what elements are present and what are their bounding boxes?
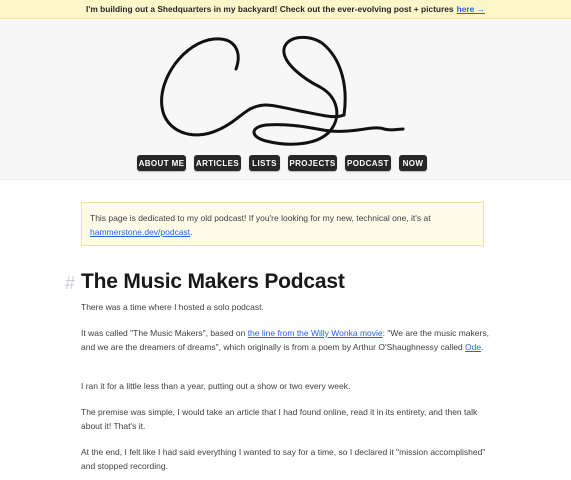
nav-articles[interactable]: ARTICLES [194,155,241,171]
nav-projects[interactable]: PROJECTS [288,155,337,171]
paragraph-duration: I ran it for a little less than a year, … [81,381,351,391]
notice-link[interactable]: hammerstone.dev/podcast [90,227,190,237]
paragraph-intro: There was a time where I hosted a solo p… [81,302,264,312]
nav-podcast[interactable]: PODCAST [345,155,391,171]
nav-now[interactable]: NOW [399,155,427,171]
ode-link[interactable]: Ode [465,342,481,352]
heading-anchor-link[interactable]: # [65,273,75,294]
banner-text: I'm building out a Shedquarters in my ba… [86,4,454,14]
willy-wonka-link[interactable]: the line from the Willy Wonka movie [248,328,383,338]
announcement-banner: I'm building out a Shedquarters in my ba… [0,0,571,19]
podcast-notice: This page is dedicated to my old podcast… [81,202,484,246]
paragraph-ending: At the end, I felt like I had said every… [81,447,486,471]
paragraph-premise: The premise was simple, I would take an … [81,407,478,431]
notice-text: This page is dedicated to my old podcast… [90,213,431,223]
site-header: ABOUT ME ARTICLES LISTS PROJECTS PODCAST… [0,19,571,180]
nav-about-me[interactable]: ABOUT ME [137,155,186,171]
main-nav: ABOUT ME ARTICLES LISTS PROJECTS PODCAST… [0,155,571,173]
paragraph-name-text-c: . [481,341,484,352]
notice-suffix: . [190,227,193,237]
page-title: The Music Makers Podcast [81,270,345,293]
nav-lists[interactable]: LISTS [249,155,280,171]
banner-link[interactable]: here → [457,4,485,14]
paragraph-name-text-a: It was called "The Music Makers", based … [81,328,246,338]
paragraph-name: It was called "The Music Makers", based … [81,327,491,354]
